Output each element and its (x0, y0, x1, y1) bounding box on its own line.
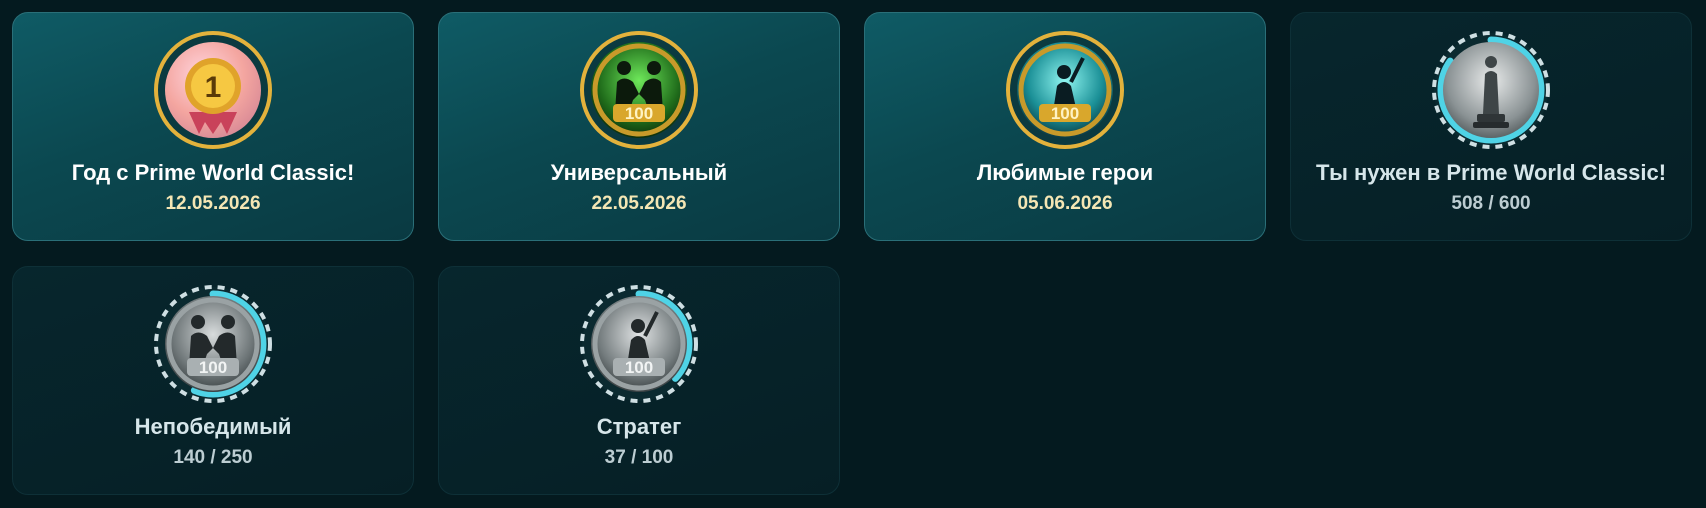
achievement-card[interactable]: 1 Год с Prime World Classic! 12.05.2026 (12, 12, 414, 241)
svg-text:100: 100 (625, 104, 653, 123)
achievement-date: 22.05.2026 (591, 193, 687, 214)
svg-text:100: 100 (625, 358, 653, 377)
trophy-statue-icon (1443, 42, 1539, 138)
achievement-date: 12.05.2026 (165, 193, 261, 214)
achievement-title: Универсальный (550, 160, 728, 185)
achievement-badge: 1 (148, 25, 278, 155)
achievement-title: Непобедимый (134, 414, 292, 439)
achievement-badge: 100 (1000, 25, 1130, 155)
achievement-badge (1426, 25, 1556, 155)
handshake-laurel-100-icon: 100 (165, 296, 261, 392)
achievement-progress: 37 / 100 (604, 447, 674, 468)
achievements-grid: 1 Год с Prime World Classic! 12.05.2026 (12, 12, 1692, 495)
achievement-title: Год с Prime World Classic! (71, 160, 355, 185)
achievement-date: 05.06.2026 (1017, 193, 1113, 214)
achievement-card[interactable]: Ты нужен в Prime World Classic! 508 / 60… (1290, 12, 1692, 241)
svg-text:100: 100 (1051, 104, 1079, 123)
achievement-title: Ты нужен в Prime World Classic! (1315, 160, 1667, 185)
achievement-progress: 508 / 600 (1451, 193, 1531, 214)
svg-text:100: 100 (199, 358, 227, 377)
hero-laurel-100-icon: 100 (591, 296, 687, 392)
achievement-title: Любимые герои (976, 160, 1154, 185)
achievement-card[interactable]: 100 Стратег 37 / 100 (438, 266, 840, 495)
achievement-badge: 100 (148, 279, 278, 409)
achievement-badge: 100 (574, 25, 704, 155)
achievement-badge: 100 (574, 279, 704, 409)
svg-text:1: 1 (205, 71, 222, 104)
achievement-title: Стратег (596, 414, 682, 439)
achievement-card[interactable]: 100 Непобедимый 140 / 250 (12, 266, 414, 495)
achievement-progress: 140 / 250 (173, 447, 253, 468)
gold-medal-number-one-icon: 1 (165, 42, 261, 138)
achievement-card[interactable]: 100 Универсальный 22.05.2026 (438, 12, 840, 241)
handshake-laurel-100-icon: 100 (591, 42, 687, 138)
hero-laurel-100-icon: 100 (1017, 42, 1113, 138)
achievement-card[interactable]: 100 Любимые герои 05.06.2026 (864, 12, 1266, 241)
